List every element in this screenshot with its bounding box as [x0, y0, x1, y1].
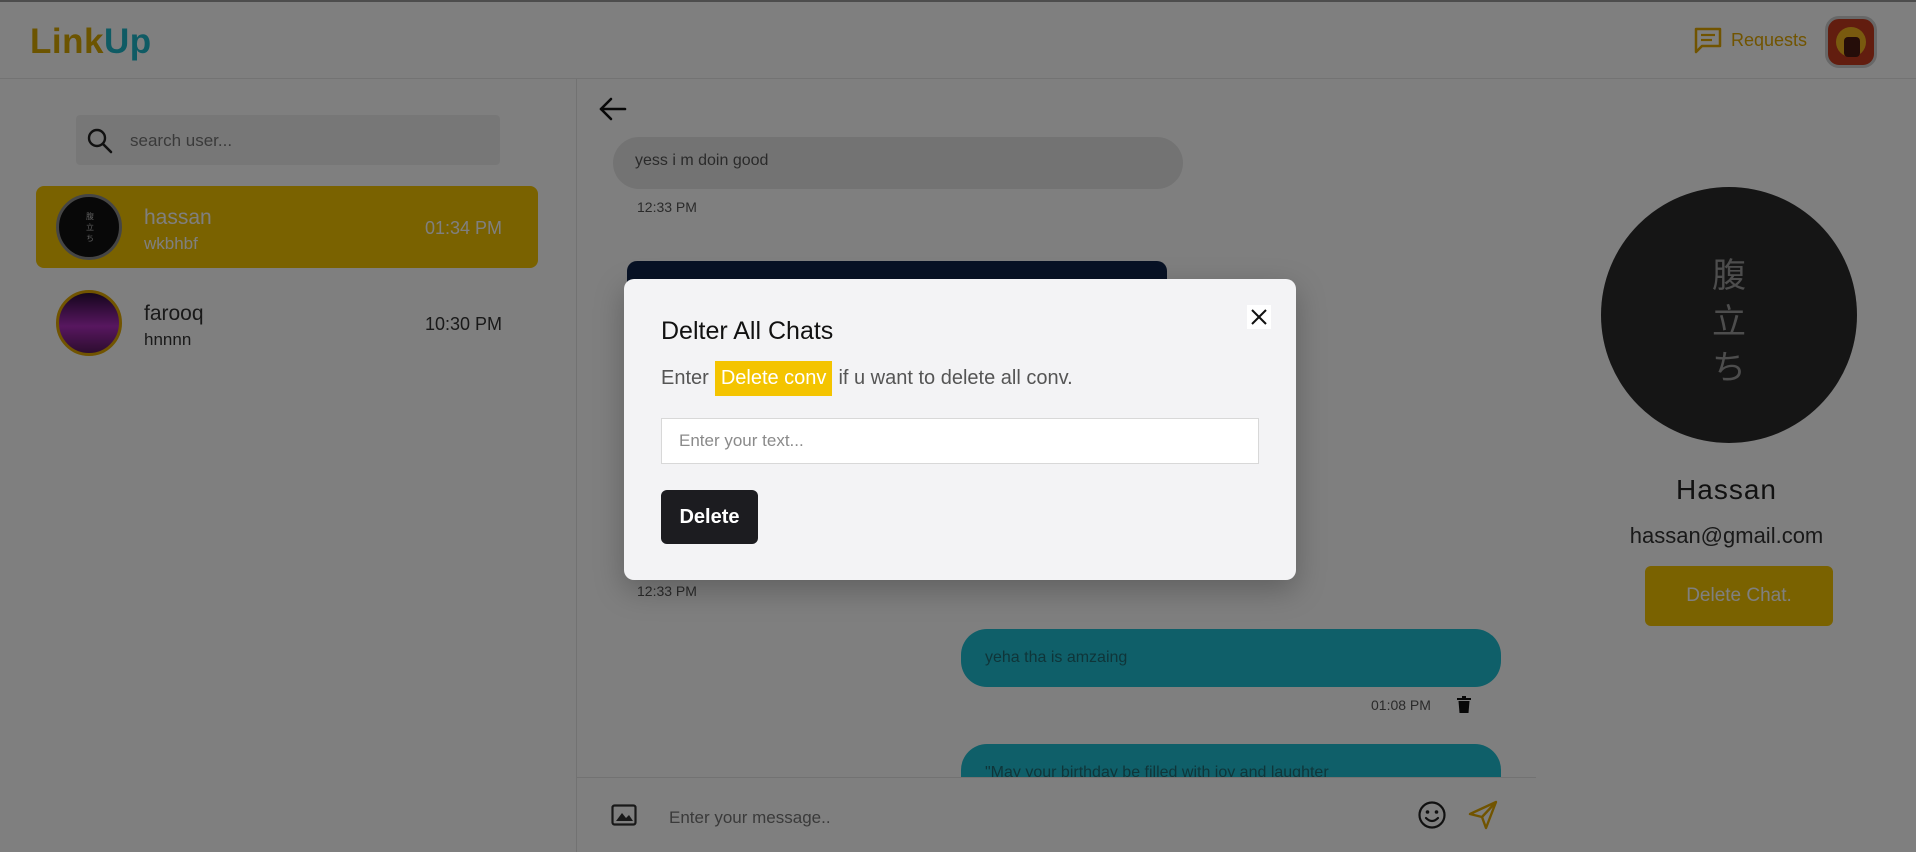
modal-desc-after: if u want to delete all conv. — [838, 367, 1073, 389]
modal-description: Enter Delete conv if u want to delete al… — [661, 361, 1073, 396]
delete-button[interactable]: Delete — [661, 490, 758, 544]
modal-desc-before: Enter — [661, 367, 709, 389]
confirm-phrase-highlight: Delete conv — [714, 361, 833, 396]
close-button[interactable] — [1247, 305, 1271, 329]
confirm-text-input[interactable] — [661, 418, 1259, 464]
delete-all-chats-modal: Delter All Chats Enter Delete conv if u … — [624, 279, 1296, 580]
close-icon — [1251, 309, 1267, 325]
modal-title: Delter All Chats — [661, 317, 834, 345]
